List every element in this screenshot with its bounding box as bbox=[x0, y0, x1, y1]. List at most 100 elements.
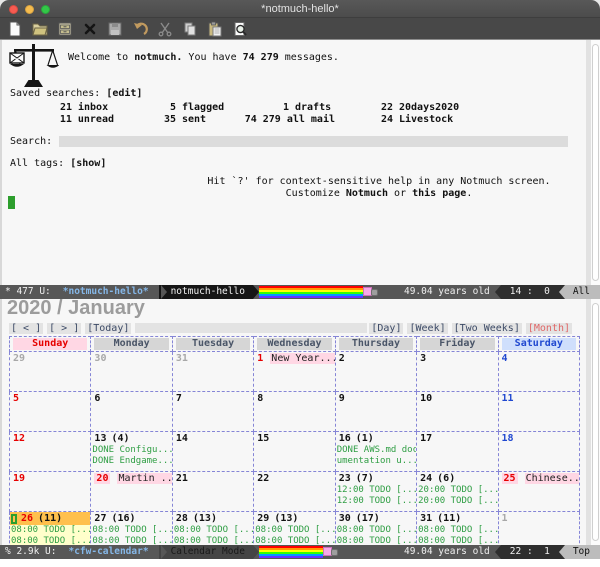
calendar-day-26[interactable]: 26(11)08:00 TODO [...08:00 TODO [... bbox=[10, 512, 91, 546]
calendar-event[interactable]: 08:00 TODO [... bbox=[336, 525, 416, 536]
calendar-day-21[interactable]: 21 bbox=[172, 472, 253, 512]
scrollbar-thumb[interactable] bbox=[592, 303, 599, 541]
saved-search-inbox[interactable]: 21inbox bbox=[10, 102, 114, 114]
calendar-event[interactable]: DONE Configu... bbox=[91, 445, 171, 456]
save-button[interactable] bbox=[105, 19, 124, 38]
calendar-day-4[interactable]: 4 bbox=[498, 352, 579, 392]
calendar-day-19[interactable]: 19 bbox=[10, 472, 91, 512]
calendar-day-5[interactable]: 5 bbox=[10, 392, 91, 432]
file-cabinet-button[interactable] bbox=[55, 19, 74, 38]
calendar-event[interactable]: DONE Endgame... bbox=[91, 456, 171, 467]
customize-page-link[interactable]: this page bbox=[412, 188, 466, 199]
search-button[interactable] bbox=[230, 19, 249, 38]
calendar-day-11[interactable]: 11 bbox=[498, 392, 579, 432]
calendar-event[interactable]: umentation u... bbox=[336, 456, 416, 467]
calendar-event[interactable]: 08:00 TODO [... bbox=[336, 536, 416, 545]
view-month-button[interactable]: [Month] bbox=[526, 323, 572, 334]
calendar-day-8[interactable]: 8 bbox=[254, 392, 335, 432]
calendar-day-24[interactable]: 24(6)20:00 TODO [...20:00 TODO [... bbox=[417, 472, 498, 512]
today-button[interactable]: [Today] bbox=[85, 323, 131, 334]
calendar-event[interactable]: 08:00 TODO [... bbox=[91, 525, 171, 536]
copy-button[interactable] bbox=[180, 19, 199, 38]
calendar-day-17[interactable]: 17 bbox=[417, 432, 498, 472]
calendar-day-12[interactable]: 12 bbox=[10, 432, 91, 472]
calendar-event[interactable]: 20:00 TODO [... bbox=[417, 485, 497, 496]
view-day-button[interactable]: [Day] bbox=[369, 323, 403, 334]
saved-search-unread[interactable]: 11unread bbox=[10, 114, 114, 126]
calendar-day-14[interactable]: 14 bbox=[172, 432, 253, 472]
calendar-event[interactable]: 08:00 TODO [... bbox=[417, 536, 497, 545]
cut-button[interactable] bbox=[155, 19, 174, 38]
previous-month-button[interactable]: [ < ] bbox=[9, 323, 43, 334]
calendar-day-31[interactable]: 31 bbox=[172, 352, 253, 392]
calendar-day-6[interactable]: 6 bbox=[91, 392, 172, 432]
undo-button[interactable] bbox=[130, 19, 149, 38]
calendar-day-27[interactable]: 27(16)08:00 TODO [...08:00 TODO [... bbox=[91, 512, 172, 546]
calendar-event[interactable]: DONE AWS.md doc bbox=[336, 445, 416, 456]
calendar-event[interactable]: 08:00 TODO [... bbox=[254, 525, 334, 536]
holiday-event[interactable]: Martin ... bbox=[117, 473, 172, 484]
saved-search-flagged[interactable]: 5flagged bbox=[114, 102, 227, 114]
holiday-event[interactable]: New Year... bbox=[270, 353, 335, 364]
calendar-event[interactable]: 20:00 TODO [... bbox=[417, 496, 497, 507]
notmuch-scrollbar[interactable] bbox=[586, 40, 600, 285]
saved-search-all-mail[interactable]: 74 279all mail bbox=[227, 114, 335, 126]
calendar-scrollbar[interactable] bbox=[586, 299, 600, 545]
saved-search-20days2020[interactable]: 2220days2020 bbox=[335, 102, 570, 114]
calendar-event[interactable]: 08:00 TODO [... bbox=[10, 525, 90, 536]
calendar-day-7[interactable]: 7 bbox=[172, 392, 253, 432]
edit-saved-searches-button[interactable]: [edit] bbox=[106, 88, 142, 99]
calendar-day-28[interactable]: 28(13)08:00 TODO [...08:00 TODO [... bbox=[172, 512, 253, 546]
calendar-day-18[interactable]: 18 bbox=[498, 432, 579, 472]
calendar-day-10[interactable]: 10 bbox=[417, 392, 498, 432]
calendar-event[interactable]: 12:00 TODO [... bbox=[336, 485, 416, 496]
view-week-button[interactable]: [Week] bbox=[407, 323, 447, 334]
calendar-event[interactable]: 08:00 TODO [... bbox=[173, 525, 253, 536]
calendar-day-30[interactable]: 30 bbox=[91, 352, 172, 392]
calendar-event[interactable]: 08:00 TODO [... bbox=[173, 536, 253, 545]
calendar-day-29[interactable]: 29 bbox=[10, 352, 91, 392]
calendar-day-2[interactable]: 2 bbox=[335, 352, 416, 392]
calendar-day-20[interactable]: 20Martin ... bbox=[91, 472, 172, 512]
buffer-name[interactable]: *cfw-calendar* bbox=[68, 545, 148, 559]
calendar-day-9[interactable]: 9 bbox=[335, 392, 416, 432]
calendar-day-13[interactable]: 13(4)DONE Configu...DONE Endgame... bbox=[91, 432, 172, 472]
titlebar[interactable]: *notmuch-hello* bbox=[0, 0, 600, 18]
open-folder-button[interactable] bbox=[30, 19, 49, 38]
calendar-day-3[interactable]: 3 bbox=[417, 352, 498, 392]
holiday-event[interactable]: Chinese... bbox=[525, 473, 580, 484]
calendar-event[interactable]: 08:00 TODO [... bbox=[417, 525, 497, 536]
close-window-button[interactable] bbox=[9, 5, 18, 14]
calendar-day-23[interactable]: 23(7)12:00 TODO [...12:00 TODO [... bbox=[335, 472, 416, 512]
calendar-day-22[interactable]: 22 bbox=[254, 472, 335, 512]
calendar-day-25[interactable]: 25Chinese... bbox=[498, 472, 579, 512]
search-input[interactable] bbox=[59, 136, 568, 147]
calendar-day-1[interactable]: 1 bbox=[498, 512, 579, 546]
calendar-event[interactable]: 08:00 TODO [... bbox=[10, 536, 90, 545]
zoom-window-button[interactable] bbox=[41, 5, 50, 14]
view-two-weeks-button[interactable]: [Two Weeks] bbox=[452, 323, 522, 334]
new-file-button[interactable] bbox=[5, 19, 24, 38]
calendar-day-30[interactable]: 30(17)08:00 TODO [...08:00 TODO [... bbox=[335, 512, 416, 546]
show-all-tags-button[interactable]: [show] bbox=[70, 158, 106, 169]
next-month-button[interactable]: [ > ] bbox=[47, 323, 81, 334]
saved-search-sent[interactable]: 35sent bbox=[114, 114, 227, 126]
calendar-day-1[interactable]: 1New Year... bbox=[254, 352, 335, 392]
scrollbar-thumb[interactable] bbox=[592, 44, 599, 281]
calendar-day-16[interactable]: 16(1)DONE AWS.md documentation u... bbox=[335, 432, 416, 472]
buffer-name[interactable]: *notmuch-hello* bbox=[63, 285, 149, 299]
saved-search-Livestock[interactable]: 24Livestock bbox=[335, 114, 570, 126]
customize-notmuch-link[interactable]: Notmuch bbox=[346, 188, 388, 199]
calendar-day-29[interactable]: 29(13)08:00 TODO [...08:00 TODO [... bbox=[254, 512, 335, 546]
saved-search-drafts[interactable]: 1drafts bbox=[227, 102, 335, 114]
calendar-day-15[interactable]: 15 bbox=[254, 432, 335, 472]
calendar-day-31[interactable]: 31(11)08:00 TODO [...08:00 TODO [... bbox=[417, 512, 498, 546]
calendar-event[interactable]: 08:00 TODO [... bbox=[91, 536, 171, 545]
paste-button[interactable] bbox=[205, 19, 224, 38]
calendar-event[interactable]: 12:00 TODO [... bbox=[336, 496, 416, 507]
close-buffer-button[interactable] bbox=[80, 19, 99, 38]
calendar-event[interactable]: 08:00 TODO [... bbox=[254, 536, 334, 545]
calendar-window[interactable]: 2020 / January [ < ][ > ][Today] [Day][W… bbox=[0, 299, 600, 545]
minimize-window-button[interactable] bbox=[25, 5, 34, 14]
notmuch-hello-window[interactable]: Welcome to notmuch. You have 74 279 mess… bbox=[0, 40, 600, 285]
